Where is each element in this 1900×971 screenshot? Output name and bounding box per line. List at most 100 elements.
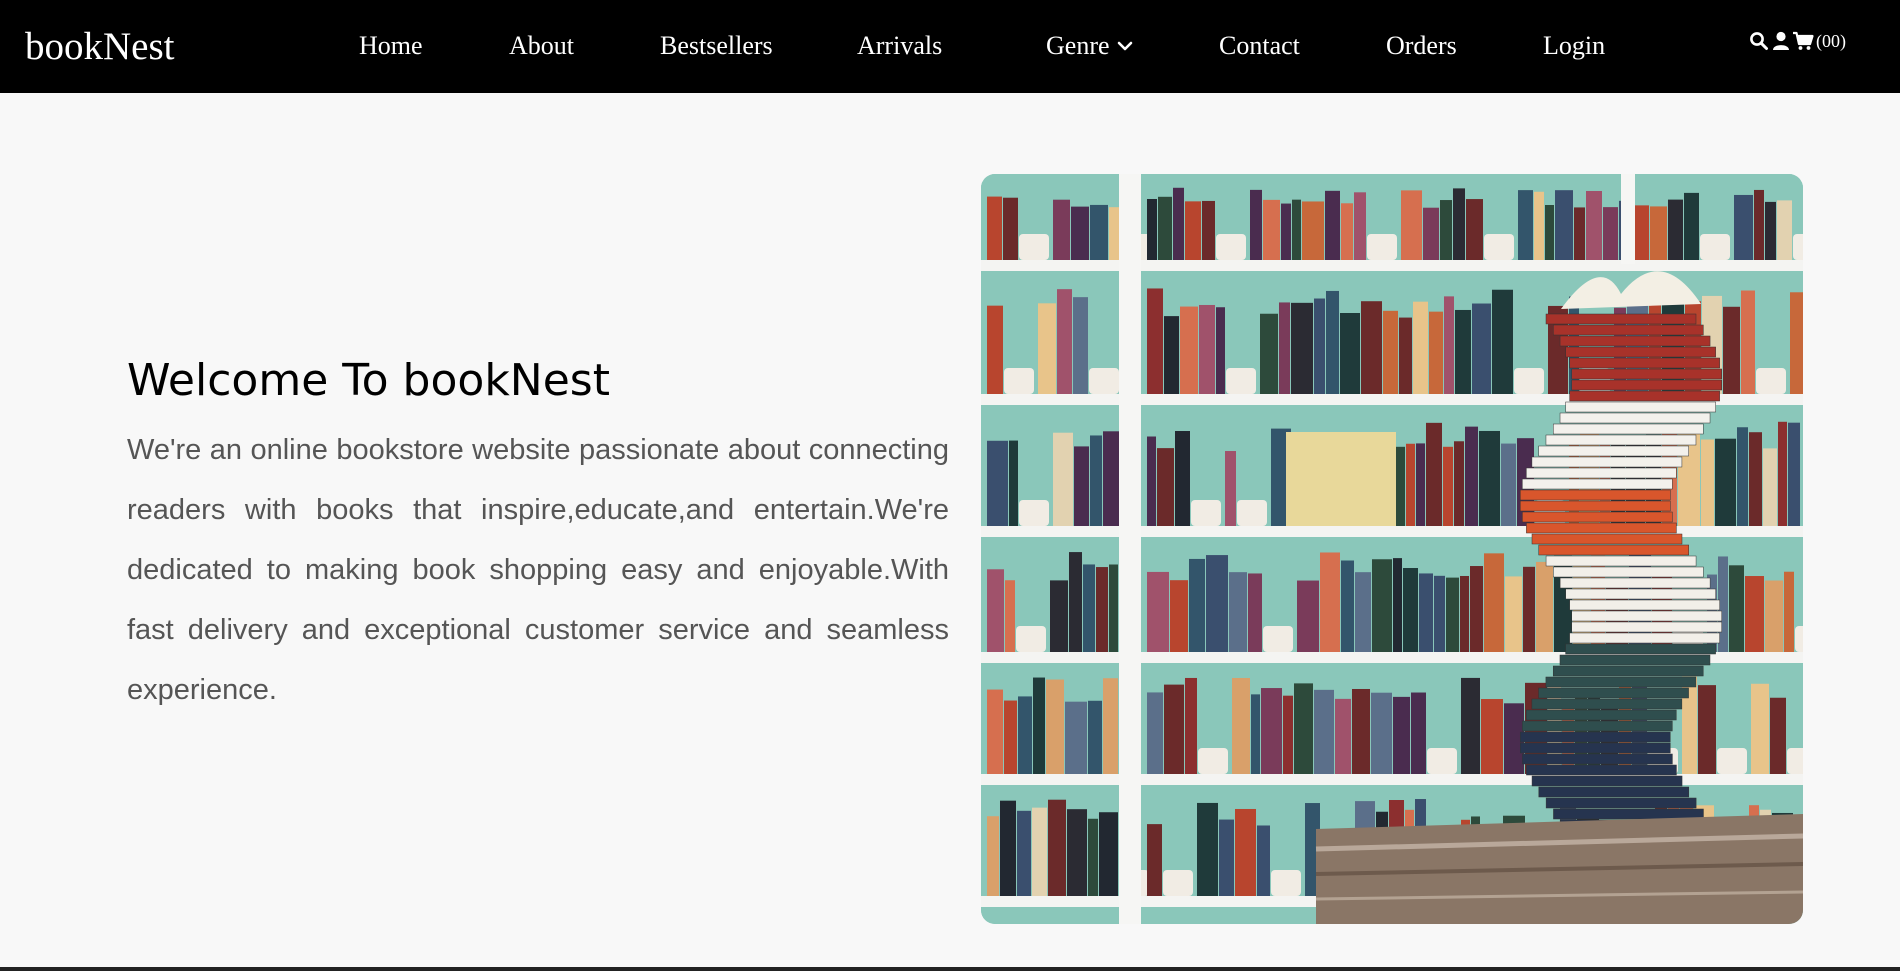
page-bottom-border (0, 967, 1900, 971)
top-navbar: bookNest Home About Bestsellers Arrivals… (0, 0, 1900, 93)
book-spine (1434, 575, 1445, 652)
brand-logo[interactable]: bookNest (25, 24, 175, 69)
book-spine (1263, 199, 1280, 260)
book-spine (1294, 683, 1313, 774)
book-spine (1283, 695, 1293, 774)
stacked-book (1545, 676, 1697, 688)
stacked-book (1538, 687, 1689, 699)
book-spine (1314, 298, 1325, 394)
book-spine (1341, 560, 1354, 652)
nav-login[interactable]: Login (1543, 30, 1605, 62)
nav-arrivals[interactable]: Arrivals (857, 30, 942, 62)
book-spine (1778, 421, 1787, 526)
stacked-book (1553, 566, 1704, 578)
book-spine (1096, 567, 1108, 652)
book-spine (1429, 311, 1443, 394)
mug (1263, 626, 1293, 652)
book-spine (1109, 564, 1118, 652)
book-spine (1225, 451, 1236, 526)
mug (1004, 368, 1034, 394)
stacked-book (1552, 665, 1704, 677)
book-spine (1033, 677, 1045, 774)
book-spine (1534, 191, 1544, 260)
mug (1514, 368, 1544, 394)
book-spine (1067, 809, 1087, 896)
nav-about[interactable]: About (509, 30, 574, 62)
book-spine (1147, 571, 1169, 652)
nav-genre-dropdown[interactable]: Genre (1046, 30, 1134, 62)
cart-icon[interactable] (1792, 30, 1814, 52)
book-spine (1071, 206, 1089, 260)
book-spine (1518, 190, 1533, 260)
nav-orders[interactable]: Orders (1386, 30, 1457, 62)
book-spine (1250, 189, 1262, 260)
mug (1756, 368, 1786, 394)
mug (1019, 500, 1049, 526)
book-spine (1492, 289, 1513, 394)
nav-contact[interactable]: Contact (1219, 30, 1300, 62)
stacked-book (1571, 621, 1722, 633)
book-spine (1180, 306, 1198, 394)
stacked-book (1571, 379, 1722, 391)
book-spine (1523, 566, 1535, 652)
stacked-book (1559, 654, 1711, 666)
book-spine (1401, 190, 1422, 260)
stacked-book (1553, 324, 1704, 336)
book-spine (1004, 700, 1017, 774)
book-spine (1443, 446, 1453, 526)
book-spine (1784, 571, 1794, 652)
book-spine (1326, 290, 1339, 394)
book-spine (1446, 577, 1459, 652)
hero-bookshelf-image (981, 174, 1803, 924)
book-spine (1701, 439, 1714, 526)
book-spine (1361, 301, 1382, 394)
stacked-book (1522, 511, 1673, 523)
stacked-book (1565, 401, 1716, 413)
book-spine (1754, 189, 1764, 260)
book-spine (1147, 824, 1162, 896)
mug (1271, 870, 1301, 896)
book-spine (987, 816, 999, 896)
book-spine (1057, 289, 1072, 394)
book-spine (1335, 698, 1351, 774)
mug (1016, 626, 1046, 652)
shelf-divider (1621, 174, 1635, 264)
book-spine (1185, 201, 1201, 260)
user-icon[interactable] (1770, 30, 1792, 52)
stacked-book (1531, 456, 1683, 468)
book-spine (1479, 430, 1500, 526)
book-spine (987, 440, 1008, 526)
book-spine (1383, 310, 1398, 394)
book-spine (1292, 199, 1301, 260)
book-spine (987, 689, 1003, 774)
book-spine (1279, 302, 1290, 394)
book-spine (1455, 309, 1471, 394)
mug (1198, 748, 1228, 774)
stacked-book (1569, 632, 1720, 644)
book-spine (1103, 678, 1118, 774)
book-spine (1235, 808, 1256, 896)
book-spine (1314, 689, 1334, 774)
stacked-book (1531, 698, 1683, 710)
stacked-book (1559, 412, 1711, 424)
book-spine (1109, 207, 1120, 260)
stacked-book (1538, 445, 1689, 457)
book-spine (1074, 446, 1089, 526)
mug (1089, 368, 1119, 394)
stacked-book (1519, 731, 1671, 743)
book-spine (1393, 696, 1410, 774)
nav-home[interactable]: Home (359, 30, 423, 62)
book-spine (1505, 576, 1522, 652)
mug (1237, 500, 1267, 526)
search-icon[interactable] (1748, 30, 1770, 52)
nav-bestsellers[interactable]: Bestsellers (660, 30, 773, 62)
book-spine (1090, 204, 1108, 260)
book-spine (1472, 303, 1491, 394)
chevron-down-icon (1117, 41, 1132, 51)
book-spine (1088, 818, 1098, 896)
book-spine (1423, 207, 1439, 260)
mug (1700, 234, 1730, 260)
book-spine (1197, 802, 1218, 896)
book-spine (1372, 559, 1392, 652)
book-spine (1536, 561, 1553, 652)
